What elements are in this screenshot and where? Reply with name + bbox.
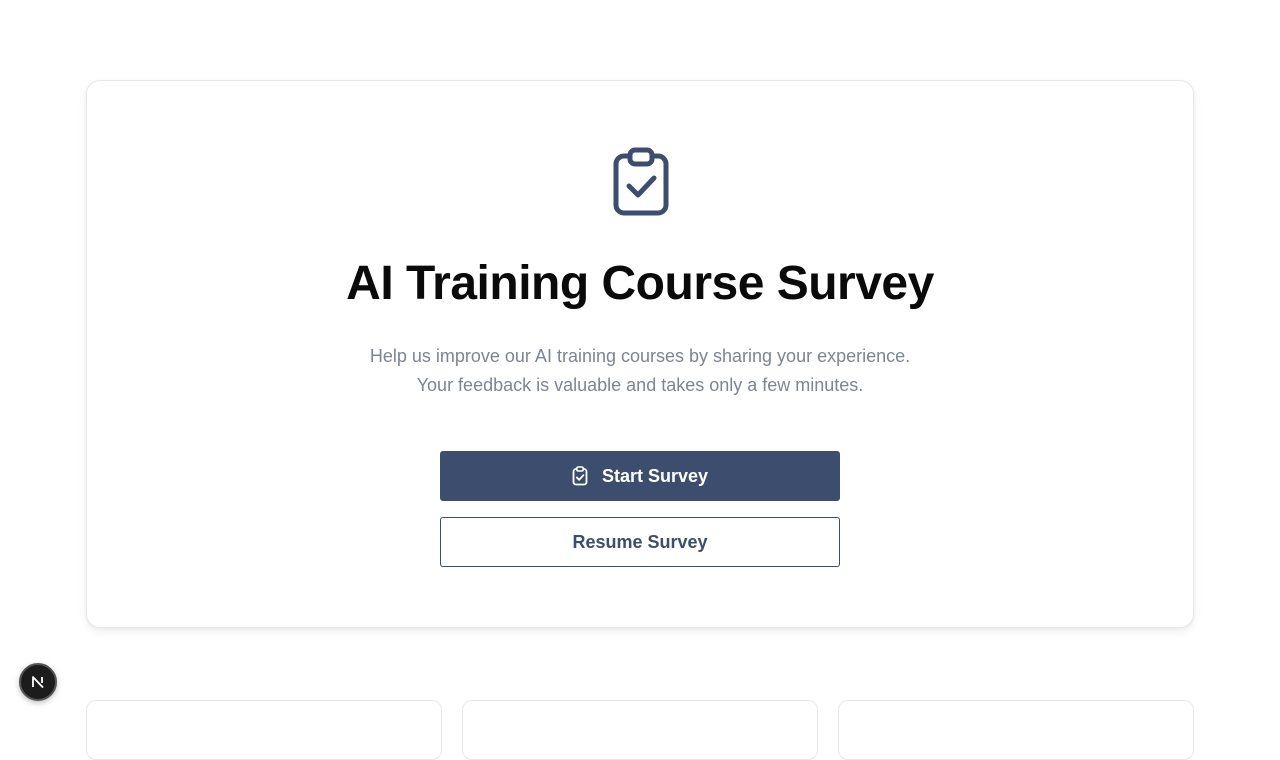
feature-card [462, 700, 818, 760]
feature-card [86, 700, 442, 760]
nextjs-n-icon [32, 676, 44, 689]
clipboard-check-icon [572, 466, 588, 486]
feature-card [838, 700, 1194, 760]
start-survey-button[interactable]: Start Survey [440, 451, 840, 501]
resume-survey-button[interactable]: Resume Survey [440, 517, 840, 567]
page-title: AI Training Course Survey [346, 257, 934, 310]
clipboard-check-icon [613, 147, 669, 217]
nextjs-devtools-button[interactable] [19, 663, 57, 701]
survey-description-line-1: Help us improve our AI training courses … [369, 346, 911, 366]
survey-description-line-2: Your feedback is valuable and takes only… [416, 375, 864, 395]
start-survey-label: Start Survey [601, 465, 709, 486]
resume-survey-label: Resume Survey [572, 531, 708, 552]
